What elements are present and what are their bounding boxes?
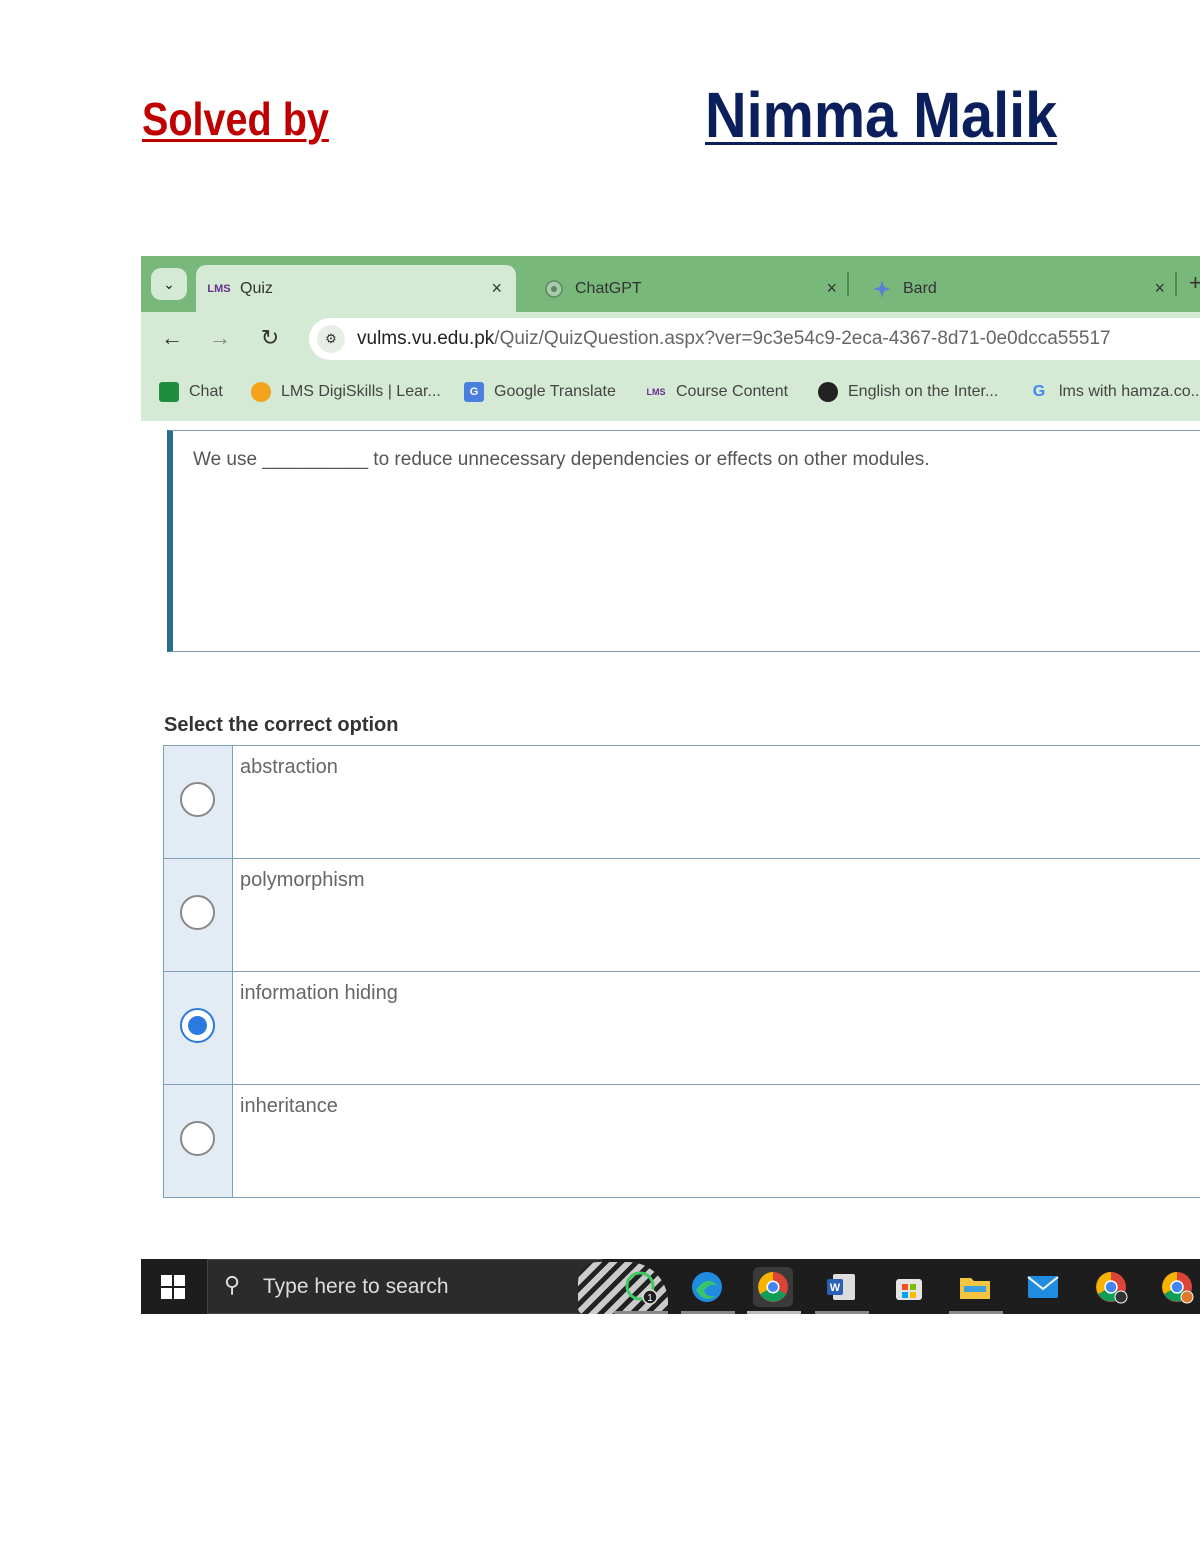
windows-icon — [161, 1274, 185, 1299]
tab-divider — [847, 272, 849, 296]
taskbar-search[interactable]: ⚲ Type here to search — [207, 1259, 668, 1314]
new-tab-icon[interactable]: + — [1189, 270, 1200, 296]
search-icon: ⚲ — [224, 1272, 241, 1297]
bookmarks-bar: Chat LMS DigiSkills | Lear... G Google T… — [141, 367, 1200, 421]
option-label: abstraction — [240, 756, 338, 778]
bookmark-lms-hamza[interactable]: G lms with hamza.co... — [1029, 382, 1200, 402]
lms-icon: LMS — [207, 282, 231, 295]
tab-bard[interactable]: Bard × — [859, 265, 1179, 312]
option-radio[interactable] — [180, 782, 215, 817]
option-radio[interactable] — [180, 895, 215, 930]
solved-by-label: Solved by — [142, 93, 329, 145]
translate-icon: G — [464, 382, 484, 402]
tab-label: Quiz — [240, 279, 273, 297]
address-toolbar: ← → ↻ ⚙ vulms.vu.edu.pk/Quiz/QuizQuestio… — [141, 312, 1200, 367]
edge-icon[interactable] — [687, 1267, 727, 1307]
option-row[interactable]: inheritance — [163, 1084, 1200, 1198]
tab-strip: ⌄ LMS Quiz × ChatGPT × Bard × + — [141, 256, 1200, 312]
globe-icon — [818, 382, 838, 402]
address-bar[interactable]: ⚙ vulms.vu.edu.pk/Quiz/QuizQuestion.aspx… — [309, 318, 1200, 360]
chrome-icon[interactable] — [753, 1267, 793, 1307]
option-row[interactable]: abstraction — [163, 745, 1200, 858]
chrome-profile-icon[interactable] — [1091, 1267, 1131, 1307]
whatsapp-icon[interactable]: 1 — [621, 1267, 661, 1307]
running-indicator — [614, 1311, 668, 1314]
bard-icon — [871, 278, 893, 300]
option-label: information hiding — [240, 982, 398, 1004]
running-indicator — [681, 1311, 735, 1314]
start-button[interactable] — [141, 1259, 205, 1314]
question-box: We use __________ to reduce unnecessary … — [167, 430, 1200, 652]
forward-icon[interactable]: → — [207, 325, 233, 351]
close-icon[interactable]: × — [491, 278, 502, 299]
chrome-profile-2-icon[interactable] — [1157, 1267, 1197, 1307]
bookmark-digiskills[interactable]: LMS DigiSkills | Lear... — [251, 382, 441, 402]
lms-icon: LMS — [646, 387, 666, 397]
option-label: polymorphism — [240, 869, 365, 891]
whatsapp-badge: 1 — [647, 1293, 653, 1304]
tab-label: Bard — [903, 279, 937, 297]
option-radio-selected[interactable] — [180, 1008, 215, 1043]
radio-cell — [164, 1085, 233, 1197]
bookmark-course-content[interactable]: LMS Course Content — [646, 382, 789, 402]
digiskills-icon — [251, 382, 271, 402]
tab-search-button[interactable]: ⌄ — [151, 268, 187, 300]
running-indicator — [747, 1311, 801, 1314]
chatgpt-icon — [543, 278, 565, 300]
option-row[interactable]: information hiding — [163, 971, 1200, 1084]
radio-cell — [164, 859, 233, 971]
running-indicator — [949, 1311, 1003, 1314]
author-name: Nimma Malik — [705, 79, 1058, 151]
url-text: vulms.vu.edu.pk/Quiz/QuizQuestion.aspx?v… — [357, 328, 1111, 349]
radio-cell — [164, 746, 233, 858]
chevron-down-icon: ⌄ — [163, 275, 175, 292]
browser-screenshot: ⌄ LMS Quiz × ChatGPT × Bard × + ← → ↻ ⚙ … — [141, 256, 1200, 1314]
tab-quiz[interactable]: LMS Quiz × — [196, 265, 516, 312]
tab-label: ChatGPT — [575, 279, 642, 297]
tab-chatgpt[interactable]: ChatGPT × — [531, 265, 851, 312]
google-icon: G — [1032, 383, 1046, 400]
reload-icon[interactable]: ↻ — [257, 325, 283, 351]
option-row[interactable]: polymorphism — [163, 858, 1200, 971]
windows-taskbar: ⚲ Type here to search 1 W — [141, 1259, 1200, 1314]
close-icon[interactable]: × — [1154, 278, 1165, 299]
bookmark-google-translate[interactable]: G Google Translate — [464, 382, 616, 402]
option-radio[interactable] — [180, 1121, 215, 1156]
option-label: inheritance — [240, 1095, 338, 1117]
site-settings-icon[interactable]: ⚙ — [317, 325, 345, 353]
options-table: abstraction polymorphism information hid… — [163, 745, 1200, 1198]
word-icon[interactable]: W — [821, 1267, 861, 1307]
select-option-heading: Select the correct option — [164, 714, 399, 736]
running-indicator — [815, 1311, 869, 1314]
bookmark-english[interactable]: English on the Inter... — [818, 382, 998, 402]
tab-divider — [1175, 272, 1177, 296]
close-icon[interactable]: × — [826, 278, 837, 299]
search-placeholder: Type here to search — [263, 1275, 449, 1298]
radio-cell — [164, 972, 233, 1084]
store-icon[interactable] — [889, 1267, 929, 1307]
svg-text:W: W — [830, 1282, 841, 1294]
chat-icon — [159, 382, 179, 402]
back-icon[interactable]: ← — [159, 325, 185, 351]
bookmark-chat[interactable]: Chat — [159, 382, 223, 402]
file-explorer-icon[interactable] — [955, 1267, 995, 1307]
mail-icon[interactable] — [1023, 1267, 1063, 1307]
question-text: We use __________ to reduce unnecessary … — [193, 449, 930, 470]
